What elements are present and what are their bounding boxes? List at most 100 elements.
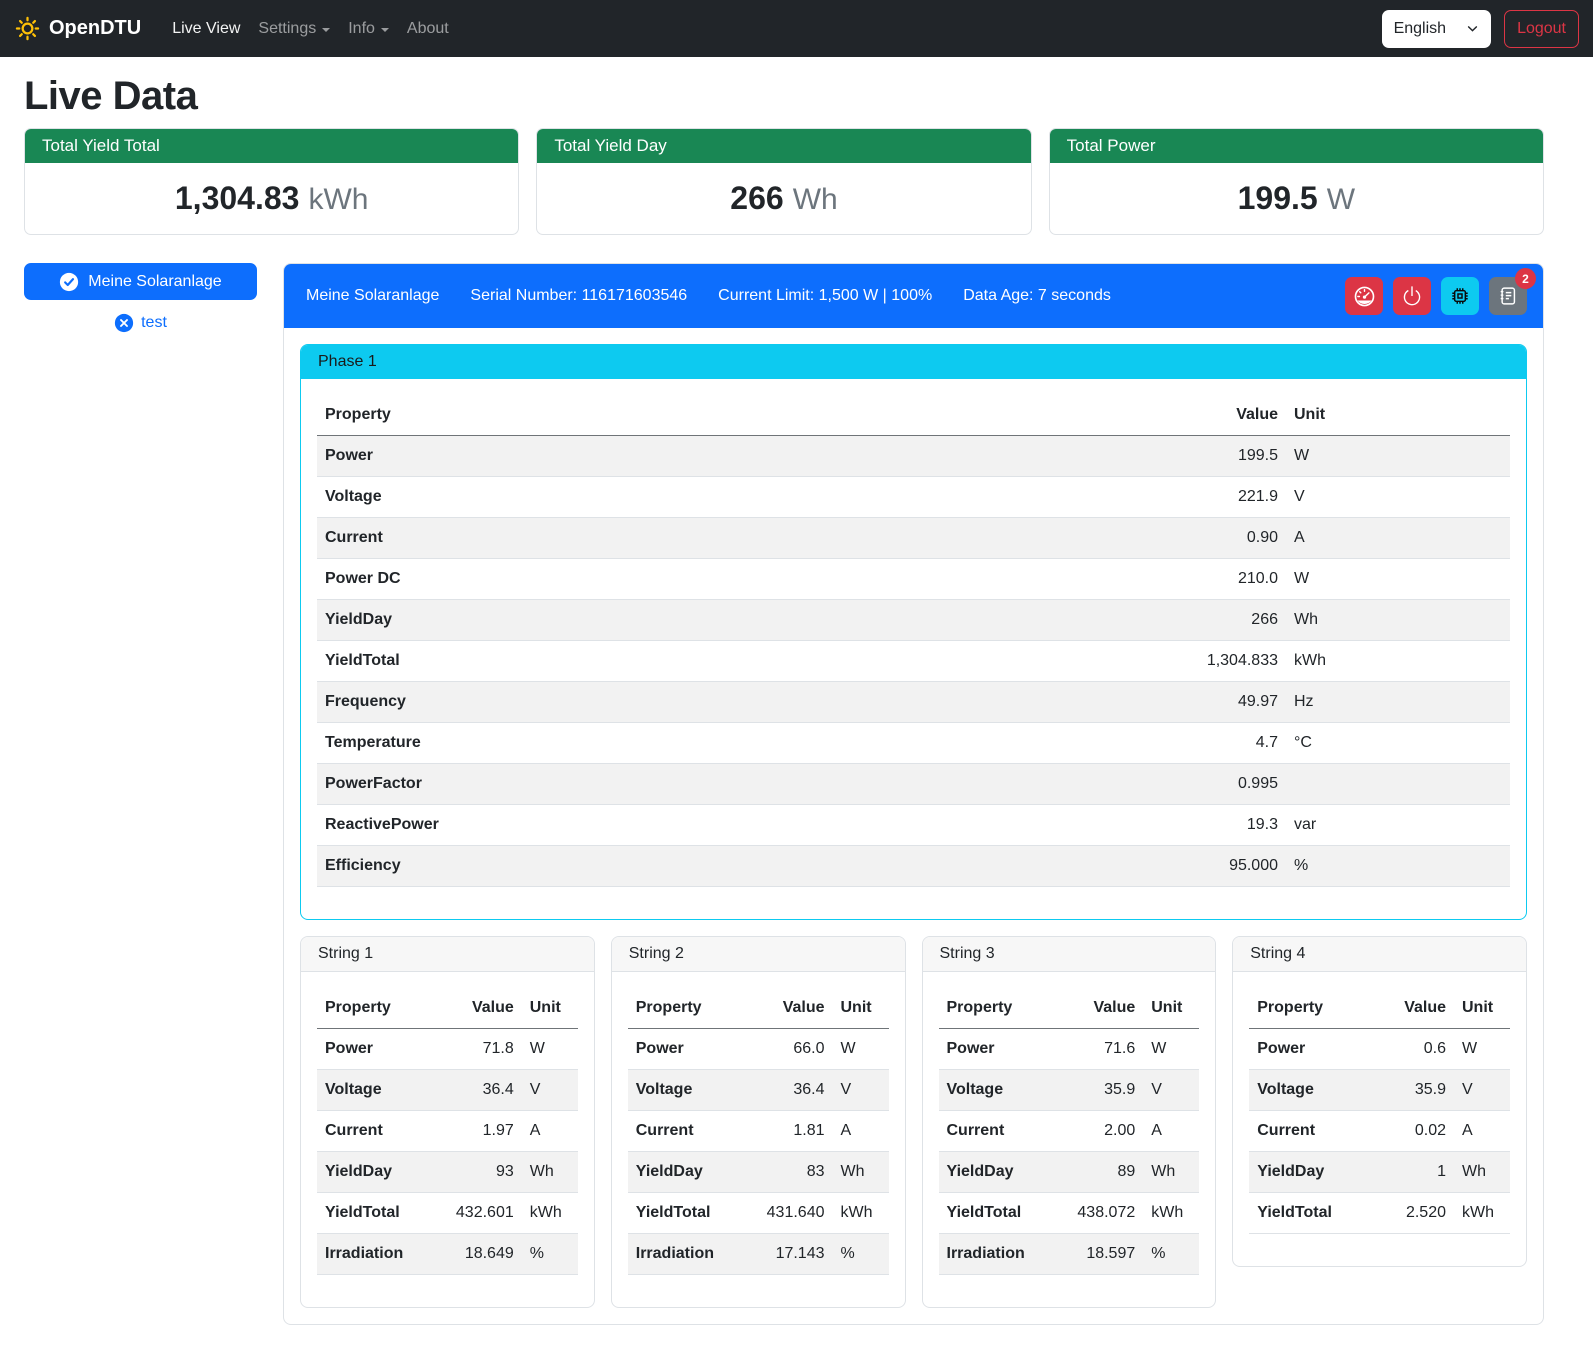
unit-cell: A [833,1111,889,1152]
column-property: Property [317,988,427,1029]
summary-card-total-power: Total Power 199.5W [1049,128,1544,235]
value-cell: 438.072 [1048,1193,1143,1234]
property-cell: YieldTotal [317,641,1026,682]
chevron-down-icon [1466,22,1479,35]
property-cell: Voltage [317,1070,427,1111]
table-header-row: Property Value Unit [317,988,578,1029]
property-cell: Current [317,518,1026,559]
unit-cell: W [833,1029,889,1070]
value-cell: 36.4 [427,1070,522,1111]
column-unit: Unit [833,988,889,1029]
nav-item-live-view[interactable]: Live View [163,12,249,46]
column-value: Value [1359,988,1454,1029]
unit-cell [1286,764,1510,805]
unit-cell: % [1143,1234,1199,1275]
column-value: Value [427,988,522,1029]
table-row: YieldDay266Wh [317,600,1510,641]
nav-item-settings[interactable]: Settings [249,12,339,46]
table-row: Frequency49.97Hz [317,682,1510,723]
summary-card-title: Total Yield Day [537,129,1030,163]
logout-button[interactable]: Logout [1504,10,1579,48]
inverter-selected-button[interactable]: Meine Solaranlage [24,263,257,300]
journal-icon [1497,285,1519,307]
table-row: Temperature4.7°C [317,723,1510,764]
table-row: Power66.0W [628,1029,889,1070]
property-cell: Irradiation [939,1234,1049,1275]
inverter-data-age: Data Age: 7 seconds [963,287,1111,305]
value-cell: 210.0 [1026,559,1286,600]
nav-item-about[interactable]: About [398,12,458,46]
summary-value: 199.5 [1238,180,1318,216]
brand[interactable]: OpenDTU [14,15,141,42]
string-card: String 1 Property Value Unit Power71.8WV… [300,936,595,1308]
value-cell: 17.143 [738,1234,833,1275]
brand-label: OpenDTU [49,17,141,40]
property-cell: Power [317,1029,427,1070]
value-cell: 266 [1026,600,1286,641]
table-row: PowerFactor0.995 [317,764,1510,805]
inverter-name: Meine Solaranlage [306,287,439,305]
table-row: Power199.5W [317,436,1510,477]
table-header-row: Property Value Unit [1249,988,1510,1029]
property-cell: YieldDay [1249,1152,1359,1193]
chevron-down-icon [381,28,389,32]
unit-cell: Wh [1143,1152,1199,1193]
power-toggle-button[interactable] [1393,277,1431,315]
sun-logo-icon [14,15,41,42]
value-cell: 1.97 [427,1111,522,1152]
column-property: Property [1249,988,1359,1029]
phase-table: Property Value Unit Power199.5WVoltage22… [317,395,1510,887]
summary-card-total-yield-total: Total Yield Total 1,304.83kWh [24,128,519,235]
string-table: Property Value Unit Power0.6WVoltage35.9… [1249,988,1510,1234]
property-cell: YieldTotal [1249,1193,1359,1234]
table-row: YieldTotal2.520kWh [1249,1193,1510,1234]
value-cell: 89 [1048,1152,1143,1193]
property-cell: Voltage [939,1070,1049,1111]
string-card-body: Property Value Unit Power71.8WVoltage36.… [301,972,594,1307]
value-cell: 36.4 [738,1070,833,1111]
cpu-icon [1449,285,1471,307]
string-table: Property Value Unit Power71.8WVoltage36.… [317,988,578,1275]
property-cell: Voltage [628,1070,738,1111]
property-cell: Voltage [1249,1070,1359,1111]
value-cell: 93 [427,1152,522,1193]
value-cell: 0.995 [1026,764,1286,805]
inverter-other-label: test [141,314,167,332]
table-row: YieldTotal432.601kWh [317,1193,578,1234]
nav-item-label: About [407,20,449,38]
summary-card-body: 1,304.83kWh [25,163,518,234]
unit-cell: Wh [522,1152,578,1193]
language-select[interactable]: English [1382,10,1491,48]
inverter-other-button[interactable]: test [108,312,173,334]
language-select-value: English [1394,20,1446,38]
check-circle-icon [59,272,79,292]
inverter-sidebar: Meine Solaranlage test [24,263,257,334]
table-row: Current1.81A [628,1111,889,1152]
column-unit: Unit [522,988,578,1029]
nav-item-info[interactable]: Info [339,12,398,46]
property-cell: YieldDay [939,1152,1049,1193]
table-row: YieldDay83Wh [628,1152,889,1193]
table-row: Current1.97A [317,1111,578,1152]
event-log-button[interactable]: 2 [1489,277,1527,315]
unit-cell: W [1143,1029,1199,1070]
unit-cell: Wh [833,1152,889,1193]
limit-settings-button[interactable] [1345,277,1383,315]
device-info-button[interactable] [1441,277,1479,315]
property-cell: YieldDay [317,600,1026,641]
unit-cell: Wh [1454,1152,1510,1193]
table-row: YieldTotal438.072kWh [939,1193,1200,1234]
value-cell: 83 [738,1152,833,1193]
property-cell: Temperature [317,723,1026,764]
table-row: Current2.00A [939,1111,1200,1152]
unit-cell: Wh [1286,600,1510,641]
value-cell: 221.9 [1026,477,1286,518]
unit-cell: W [1286,559,1510,600]
column-value: Value [1048,988,1143,1029]
table-row: Voltage36.4V [317,1070,578,1111]
property-cell: YieldTotal [317,1193,427,1234]
value-cell: 19.3 [1026,805,1286,846]
property-cell: Current [939,1111,1049,1152]
value-cell: 431.640 [738,1193,833,1234]
column-unit: Unit [1286,395,1510,436]
